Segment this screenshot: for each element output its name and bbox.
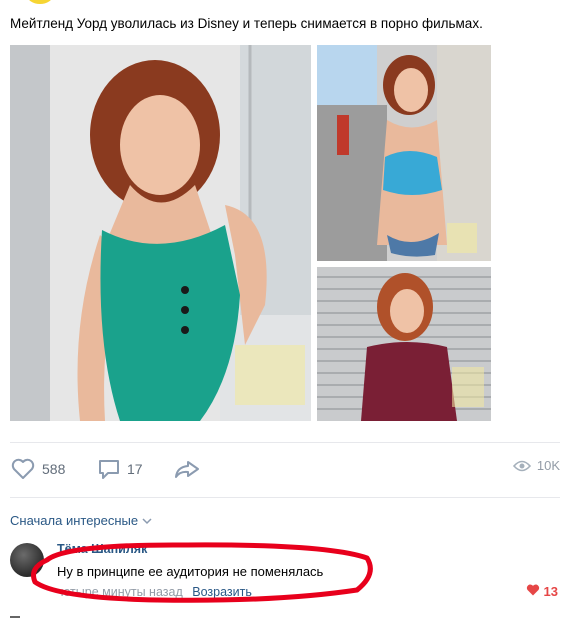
views-indicator: 10K [512, 458, 560, 473]
comment-meta: четыре минуты назад Возразить [57, 585, 252, 599]
post-photo-3[interactable] [317, 267, 491, 421]
share-button[interactable] [173, 458, 201, 480]
post-actions-bar: 588 17 10K [10, 458, 560, 486]
comment-button[interactable]: 17 [97, 458, 143, 480]
post-photo-1[interactable] [10, 45, 311, 421]
like-button[interactable]: 588 [10, 458, 65, 480]
comment-icon [97, 458, 121, 480]
comment-like-button[interactable]: 13 [526, 584, 558, 599]
comment-count: 17 [127, 461, 143, 477]
comments-sort-dropdown[interactable]: Сначала интересные [10, 513, 152, 528]
chevron-down-icon [142, 513, 152, 528]
eye-icon [512, 459, 531, 473]
comment-author-name[interactable]: Тёма Шапиляк [57, 542, 147, 556]
comment-like-count: 13 [543, 584, 558, 599]
post-author-avatar[interactable] [27, 0, 53, 4]
next-comment-fragment [10, 616, 20, 624]
comment-time[interactable]: четыре минуты назад [57, 585, 183, 599]
post-text: Мейтленд Уорд уволилась из Disney и тепе… [10, 16, 483, 31]
share-icon [173, 458, 201, 480]
comment-reply-button[interactable]: Возразить [192, 585, 252, 599]
comment-author-avatar[interactable] [10, 543, 44, 577]
heart-icon [526, 584, 540, 599]
like-count: 588 [42, 461, 66, 477]
comment-text: Ну в принципе ее аудитория не поменялась [57, 564, 324, 579]
views-count: 10K [536, 458, 560, 473]
post-divider-bottom [10, 497, 560, 498]
post-divider-top [10, 442, 560, 443]
heart-icon [10, 458, 36, 480]
post-photo-2[interactable] [317, 45, 491, 261]
sort-label: Сначала интересные [10, 513, 139, 528]
